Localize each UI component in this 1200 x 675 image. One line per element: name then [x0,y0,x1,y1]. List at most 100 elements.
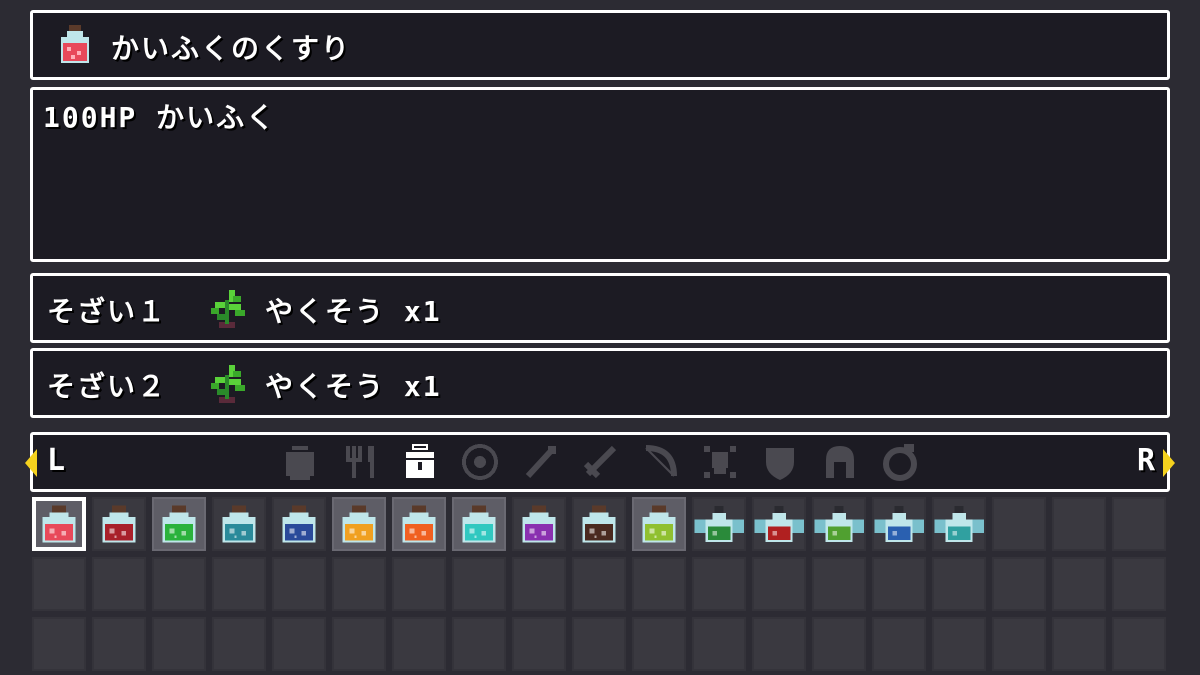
sword-icon[interactable] [579,441,621,483]
skull-crossbones-icon[interactable] [699,441,741,483]
arrow-left-icon[interactable] [25,449,37,477]
inventory-slot[interactable] [512,617,566,671]
shield-icon[interactable] [759,441,801,483]
inventory-slot[interactable] [932,497,986,551]
inventory-slot-selected[interactable] [32,497,86,551]
inventory-slot[interactable] [1052,497,1106,551]
potion-icon [518,503,560,545]
inventory-slot[interactable] [572,557,626,611]
potion-icon [278,503,320,545]
inventory-slot[interactable] [452,617,506,671]
prev-tab-key[interactable]: L [47,443,65,478]
inventory-slot[interactable] [392,617,446,671]
inventory-slot[interactable] [812,617,866,671]
material-item-name: やくそう x1 [265,295,442,328]
inventory-slot[interactable] [212,497,266,551]
potion-icon [98,503,140,545]
inventory-slot[interactable] [872,497,926,551]
inventory-slot[interactable] [92,497,146,551]
potion-bag-icon[interactable] [399,441,441,483]
inventory-slot[interactable] [572,497,626,551]
potion-icon [578,503,620,545]
target-icon[interactable] [459,441,501,483]
potion-icon [218,503,260,545]
inventory-slot[interactable] [332,497,386,551]
item-description-panel: 100HP かいふく [30,87,1170,262]
inventory-slot[interactable] [272,497,326,551]
item-name: かいふくのくすり [111,32,352,65]
inventory-slot[interactable] [332,617,386,671]
inventory-slot[interactable] [1112,497,1166,551]
inventory-slot[interactable] [32,617,86,671]
inventory-slot[interactable] [932,617,986,671]
inventory-slot[interactable] [692,497,746,551]
inventory-slot[interactable] [752,497,806,551]
inventory-slot[interactable] [152,557,206,611]
inventory-slot[interactable] [992,557,1046,611]
inventory-slot[interactable] [152,497,206,551]
inventory-slot[interactable] [392,557,446,611]
inventory-slot[interactable] [512,497,566,551]
winged-flask-icon [812,503,866,545]
material-item-name: やくそう x1 [265,370,442,403]
inventory-slot[interactable] [812,557,866,611]
inventory-slot[interactable] [272,557,326,611]
winged-flask-icon [752,503,806,545]
winged-flask-icon [692,503,746,545]
potion-icon [38,503,80,545]
inventory-slot[interactable] [752,617,806,671]
inventory-slot[interactable] [92,617,146,671]
inventory-slot[interactable] [932,557,986,611]
inventory-slot[interactable] [212,557,266,611]
category-tab-bar: L R [25,432,1175,492]
inventory-slot[interactable] [992,617,1046,671]
material-row-1: そざい１ やくそう x1 [30,273,1170,343]
inventory-slot[interactable] [692,557,746,611]
inventory-slot[interactable] [212,617,266,671]
inventory-slot[interactable] [872,617,926,671]
red-potion-icon [57,23,93,71]
inventory-slot[interactable] [392,497,446,551]
inventory-slot[interactable] [452,557,506,611]
next-tab-key[interactable]: R [1137,443,1155,478]
wand-icon[interactable] [519,441,561,483]
pot-icon[interactable] [279,441,321,483]
ring-icon[interactable] [879,441,921,483]
material-label: そざい２ [47,370,168,403]
inventory-slot[interactable] [1112,557,1166,611]
inventory-slot[interactable] [632,557,686,611]
helmet-icon[interactable] [819,441,861,483]
potion-icon [158,503,200,545]
material-label: そざい１ [47,295,168,328]
inventory-slot[interactable] [572,617,626,671]
potion-icon [458,503,500,545]
inventory-slot[interactable] [1112,617,1166,671]
winged-flask-icon [932,503,986,545]
fork-knife-icon[interactable] [339,441,381,483]
inventory-grid [32,497,1172,671]
inventory-slot[interactable] [812,497,866,551]
potion-icon [638,503,680,545]
material-row-2: そざい２ やくそう x1 [30,348,1170,418]
inventory-slot[interactable] [872,557,926,611]
item-title-panel: かいふくのくすり [30,10,1170,80]
inventory-slot[interactable] [152,617,206,671]
inventory-slot[interactable] [512,557,566,611]
inventory-slot[interactable] [272,617,326,671]
inventory-slot[interactable] [632,617,686,671]
inventory-slot[interactable] [32,557,86,611]
bow-icon[interactable] [639,441,681,483]
inventory-slot[interactable] [92,557,146,611]
inventory-slot[interactable] [1052,557,1106,611]
herb-icon [205,359,253,411]
inventory-slot[interactable] [692,617,746,671]
inventory-slot[interactable] [452,497,506,551]
inventory-slot[interactable] [752,557,806,611]
inventory-slot[interactable] [992,497,1046,551]
tab-icon-list [279,441,921,483]
inventory-slot[interactable] [332,557,386,611]
inventory-slot[interactable] [1052,617,1106,671]
potion-icon [398,503,440,545]
inventory-slot[interactable] [632,497,686,551]
arrow-right-icon[interactable] [1163,449,1175,477]
